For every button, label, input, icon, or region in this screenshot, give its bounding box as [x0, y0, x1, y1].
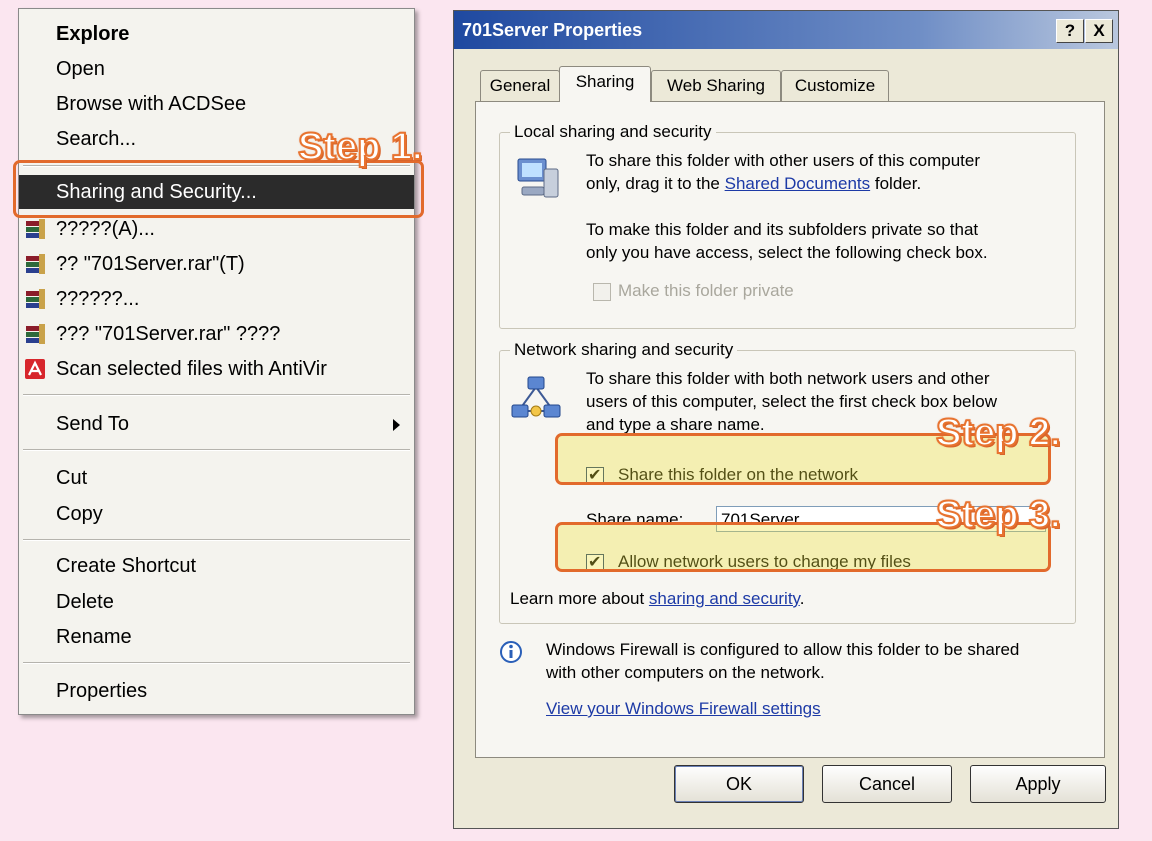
- menu-item-label: Copy: [56, 503, 103, 525]
- step3-callout: Step 3.: [935, 493, 1062, 537]
- menu-separator: [23, 449, 410, 451]
- firewall-text-2: with other computers on the network.: [546, 663, 825, 682]
- firewall-text-1: Windows Firewall is configured to allow …: [546, 640, 1020, 659]
- menu-item-label: Open: [56, 58, 105, 80]
- menu-item-label: Explore: [56, 23, 130, 45]
- menu-item-winrar-compress-named-email[interactable]: ??? "701Server.rar" ????: [19, 317, 414, 351]
- learn-more-post: .: [799, 589, 805, 608]
- local-text-1b: only, drag it to the Shared Documents fo…: [586, 172, 921, 196]
- menu-separator: [23, 539, 410, 541]
- menu-item-browse-acdsee[interactable]: Browse with ACDSee: [19, 87, 414, 121]
- local-sharing-group: Local sharing and security To share this…: [499, 122, 1076, 329]
- menu-separator: [23, 662, 410, 664]
- network-text-2: users of this computer, select the first…: [586, 392, 998, 411]
- menu-item-send-to[interactable]: Send To: [19, 407, 414, 441]
- local-text-1a: To share this folder with other users of…: [586, 151, 981, 170]
- apply-button[interactable]: Apply: [970, 765, 1106, 803]
- winrar-icon: [26, 289, 45, 309]
- network-share-icon: [511, 376, 561, 418]
- winrar-icon: [26, 254, 45, 274]
- step2-callout: Step 2.: [935, 411, 1062, 455]
- local-text-2b: only you have access, select the followi…: [586, 243, 988, 262]
- learn-more-text: Learn more about sharing and security.: [510, 587, 805, 611]
- menu-item-winrar-add-named[interactable]: ?? "701Server.rar"(T): [19, 247, 414, 281]
- tab-customize[interactable]: Customize: [781, 70, 889, 101]
- ok-button[interactable]: OK: [674, 765, 804, 803]
- tab-sharing[interactable]: Sharing: [559, 66, 651, 102]
- title-bar[interactable]: 701Server Properties ? X: [454, 11, 1118, 49]
- winrar-icon: [26, 324, 45, 344]
- local-text-1b-pre: only, drag it to the: [586, 174, 725, 193]
- firewall-settings-link[interactable]: View your Windows Firewall settings: [546, 699, 821, 718]
- shared-computer-icon: [517, 158, 559, 198]
- menu-item-label: ?? "701Server.rar"(T): [56, 253, 245, 275]
- menu-item-antivir-scan[interactable]: Scan selected files with AntiVir: [19, 352, 414, 386]
- local-text-1b-post: folder.: [870, 174, 922, 193]
- dialog-title: 701Server Properties: [462, 20, 643, 40]
- menu-item-label: ??????...: [56, 288, 140, 310]
- menu-item-delete[interactable]: Delete: [19, 585, 414, 619]
- menu-item-winrar-compress-email[interactable]: ??????...: [19, 282, 414, 316]
- menu-item-label: Browse with ACDSee: [56, 93, 247, 115]
- menu-item-label: ??? "701Server.rar" ????: [56, 323, 281, 345]
- network-sharing-group: Network sharing and security To share th…: [499, 340, 1076, 624]
- tab-web-sharing[interactable]: Web Sharing: [651, 70, 781, 101]
- menu-item-label: Scan selected files with AntiVir: [56, 358, 327, 380]
- network-text-1: To share this folder with both network u…: [586, 369, 990, 388]
- menu-item-label: Properties: [56, 680, 148, 702]
- menu-separator: [23, 394, 410, 396]
- antivir-icon: [25, 359, 45, 379]
- menu-item-label: Create Shortcut: [56, 555, 197, 577]
- menu-item-label: Delete: [56, 591, 114, 613]
- private-checkbox[interactable]: [593, 283, 611, 301]
- submenu-arrow-icon: [393, 419, 400, 431]
- tab-general[interactable]: General: [480, 70, 560, 101]
- menu-item-label: Cut: [56, 467, 88, 489]
- menu-item-cut[interactable]: Cut: [19, 461, 414, 495]
- learn-more-pre: Learn more about: [510, 589, 649, 608]
- context-menu: Explore Open Browse with ACDSee Search..…: [18, 8, 415, 715]
- local-text-2a: To make this folder and its subfolders p…: [586, 220, 979, 239]
- menu-item-properties[interactable]: Properties: [19, 674, 414, 708]
- cancel-button[interactable]: Cancel: [822, 765, 952, 803]
- private-checkbox-label: Make this folder private: [618, 281, 794, 300]
- menu-item-label: Rename: [56, 626, 132, 648]
- menu-item-explore[interactable]: Explore: [19, 17, 414, 51]
- info-icon: [500, 641, 522, 663]
- sharing-security-link[interactable]: sharing and security: [649, 589, 800, 608]
- menu-item-copy[interactable]: Copy: [19, 497, 414, 531]
- winrar-icon: [26, 219, 45, 239]
- menu-item-rename[interactable]: Rename: [19, 620, 414, 654]
- shared-documents-link[interactable]: Shared Documents: [725, 174, 871, 193]
- menu-item-label: Search...: [56, 128, 137, 150]
- menu-item-open[interactable]: Open: [19, 52, 414, 86]
- local-sharing-legend: Local sharing and security: [510, 122, 716, 142]
- step1-callout: Step 1.: [297, 125, 424, 169]
- menu-item-create-shortcut[interactable]: Create Shortcut: [19, 549, 414, 583]
- help-button[interactable]: ?: [1056, 19, 1084, 43]
- close-button[interactable]: X: [1085, 19, 1113, 43]
- network-sharing-legend: Network sharing and security: [510, 340, 738, 360]
- firewall-settings-link-wrap: View your Windows Firewall settings: [546, 697, 821, 721]
- menu-item-label: Send To: [56, 413, 130, 435]
